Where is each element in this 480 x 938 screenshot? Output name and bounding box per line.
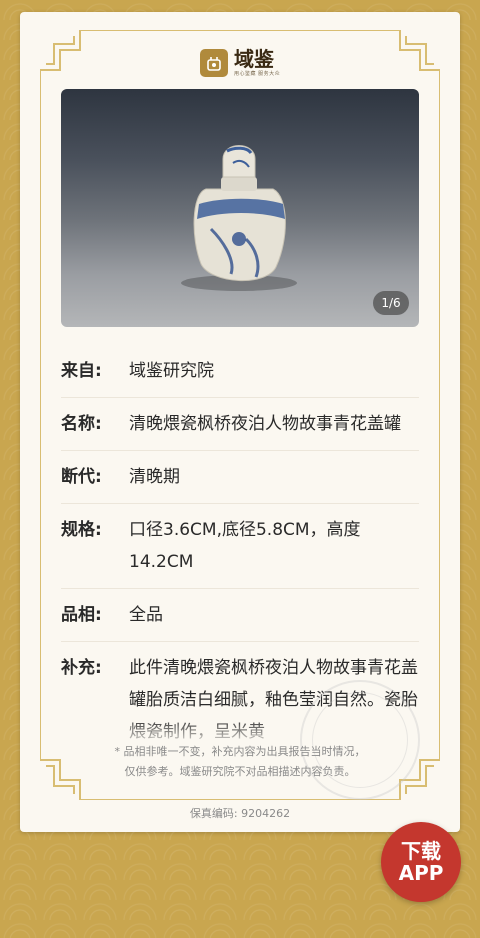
detail-row-condition: 品相: 全品 — [61, 589, 419, 642]
detail-value: 全品 — [129, 605, 163, 625]
brand-tagline: 用心鉴藏 服务大众 — [234, 71, 281, 77]
disclaimer: * 品相非唯一不变，补充内容为出具报告当时情况， 仅供参考。域鉴研究院不对品相描… — [60, 742, 420, 782]
detail-label: 名称: — [61, 414, 102, 434]
brand-logo-icon — [200, 48, 228, 77]
disclaimer-line: 仅供参考。域鉴研究院不对品相描述内容负责。 — [124, 765, 356, 778]
disclaimer-line: * 品相非唯一不变，补充内容为出具报告当时情况， — [114, 745, 366, 758]
watermark-seal-icon — [300, 680, 420, 800]
porcelain-jar-image — [181, 145, 297, 291]
download-app-button[interactable]: 下载 APP — [381, 822, 461, 902]
download-label: 下载 — [401, 839, 441, 863]
detail-label: 断代: — [61, 467, 102, 487]
brand-header: 域鉴 用心鉴藏 服务大众 — [200, 48, 280, 77]
gallery-counter: 1/6 — [373, 291, 409, 315]
verification-label: 保真编码: — [189, 807, 238, 820]
verification-number: 9204262 — [241, 807, 291, 820]
verification-code: 保真编码: 9204262 — [20, 805, 460, 821]
detail-label: 补充: — [61, 658, 102, 678]
download-app-label: APP — [398, 861, 444, 885]
brand-name: 域鉴 — [234, 47, 274, 71]
detail-label: 来自: — [61, 361, 102, 381]
detail-value: 清晚期 — [129, 467, 180, 487]
detail-label: 品相: — [61, 605, 102, 625]
detail-value: 口径3.6CM,底径5.8CM，高度14.2CM — [129, 520, 361, 572]
detail-value: 清晚煨瓷枫桥夜泊人物故事青花盖罐 — [129, 414, 401, 434]
detail-row-size: 规格: 口径3.6CM,底径5.8CM，高度14.2CM — [61, 504, 419, 589]
item-photo[interactable]: 1/6 — [61, 89, 419, 327]
detail-value: 域鉴研究院 — [129, 361, 214, 381]
detail-row-name: 名称: 清晚煨瓷枫桥夜泊人物故事青花盖罐 — [61, 398, 419, 451]
detail-label: 规格: — [61, 520, 102, 540]
detail-row-source: 来自: 域鉴研究院 — [61, 345, 419, 398]
detail-row-period: 断代: 清晚期 — [61, 451, 419, 504]
